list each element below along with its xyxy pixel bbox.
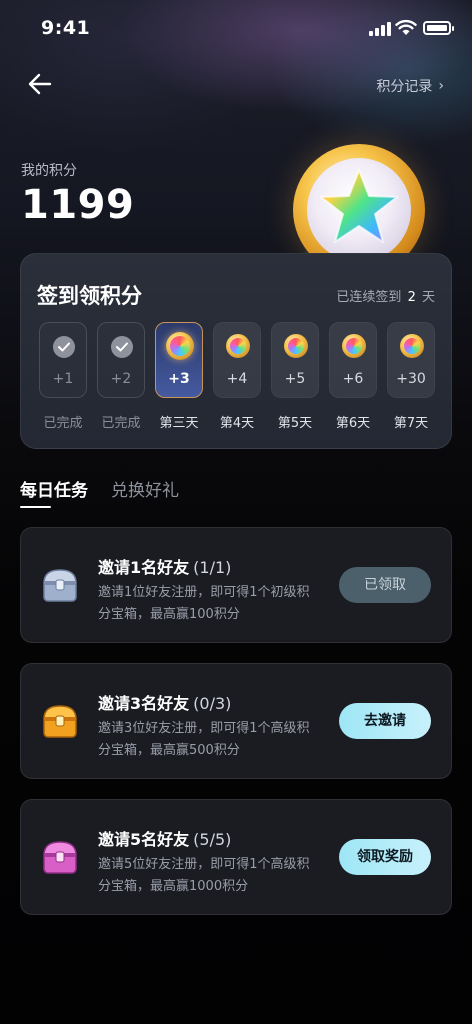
checkin-streak: 已连续签到 2 天	[336, 286, 435, 305]
rainbow-coin-icon	[342, 334, 366, 358]
points-history-label: 积分记录	[376, 79, 433, 95]
task-progress: (1/1)	[193, 558, 232, 577]
streak-suffix: 天	[421, 290, 435, 305]
checkin-day-amount: +6	[342, 371, 364, 387]
signal-icon	[369, 22, 391, 36]
wifi-icon	[395, 19, 417, 35]
checkin-day-6[interactable]: +6	[329, 322, 377, 398]
task-title-text: 邀请1名好友	[98, 558, 190, 577]
task-title-text: 邀请3名好友	[98, 694, 190, 713]
checkin-title: 签到领积分	[37, 284, 142, 308]
status-time: 9:41	[41, 17, 91, 39]
task-description: 邀请5位好友注册，即可得1个高级积分宝箱，最高赢1000积分	[98, 857, 310, 894]
checkin-day-label: 第5天	[277, 416, 313, 431]
chevron-right-icon: ›	[438, 78, 444, 94]
points-page: 9:41 积分记录 › 我的积分 1199 签到领积分 已连续签到 2 天 +1…	[0, 0, 472, 1024]
task-title: 邀请1名好友 (1/1)	[98, 554, 231, 578]
tab-redeem-gifts[interactable]: 兑换好礼	[111, 476, 179, 501]
checkin-day-3[interactable]: +3	[155, 322, 203, 398]
task-progress: (0/3)	[193, 694, 232, 713]
task-card-invite-3: 邀请3名好友 (0/3) 邀请3位好友注册，即可得1个高级积分宝箱，最高赢500积…	[20, 663, 452, 779]
gold-chest-icon	[43, 705, 77, 738]
checkin-day-5[interactable]: +5	[271, 322, 319, 398]
task-description: 邀请1位好友注册，即可得1个初级积分宝箱，最高赢100积分	[98, 585, 310, 622]
checkin-day-amount: +5	[284, 371, 306, 387]
checkin-card: 签到领积分 已连续签到 2 天 +1 已完成 +2 已完成 +3 第三天 +4 …	[20, 253, 452, 449]
battery-icon	[423, 21, 454, 35]
task-title-text: 邀请5名好友	[98, 830, 190, 849]
my-points-label: 我的积分	[21, 163, 77, 179]
points-history-link[interactable]: 积分记录 ›	[376, 76, 444, 96]
streak-days: 2	[407, 290, 416, 305]
checkin-day-label: 已完成	[101, 416, 141, 431]
checkin-day-amount: +1	[52, 371, 74, 387]
checkin-day-2[interactable]: +2	[97, 322, 145, 398]
claimed-button[interactable]: 已领取	[339, 567, 431, 603]
rainbow-coin-icon	[226, 334, 250, 358]
active-tab-indicator	[20, 506, 51, 508]
checkin-day-label: 第三天	[159, 416, 199, 431]
checkin-day-amount: +30	[396, 371, 426, 387]
task-card-invite-5: 邀请5名好友 (5/5) 邀请5位好友注册，即可得1个高级积分宝箱，最高赢1000…	[20, 799, 452, 915]
checkin-day-amount: +3	[168, 371, 190, 387]
task-description: 邀请3位好友注册，即可得1个高级积分宝箱，最高赢500积分	[98, 721, 310, 758]
checkin-day-label: 第4天	[219, 416, 255, 431]
checkin-day-label: 第7天	[393, 416, 429, 431]
checkin-day-label: 第6天	[335, 416, 371, 431]
checkin-day-amount: +2	[110, 371, 132, 387]
checkin-day-7[interactable]: +30	[387, 322, 435, 398]
tab-daily-tasks[interactable]: 每日任务	[20, 476, 88, 501]
rainbow-coin-icon	[284, 334, 308, 358]
checkmark-icon	[111, 336, 133, 358]
streak-prefix: 已连续签到	[336, 290, 402, 305]
silver-chest-icon	[43, 569, 77, 602]
pink-chest-icon	[43, 841, 77, 874]
status-bar: 9:41	[0, 0, 472, 56]
invite-button[interactable]: 去邀请	[339, 703, 431, 739]
rainbow-coin-icon	[400, 334, 424, 358]
task-progress: (5/5)	[193, 830, 232, 849]
checkin-day-4[interactable]: +4	[213, 322, 261, 398]
back-arrow-icon[interactable]	[26, 70, 54, 98]
claim-reward-button[interactable]: 领取奖励	[339, 839, 431, 875]
my-points-value: 1199	[21, 182, 135, 228]
checkin-day-label: 已完成	[43, 416, 83, 431]
task-card-invite-1: 邀请1名好友 (1/1) 邀请1位好友注册，即可得1个初级积分宝箱，最高赢100积…	[20, 527, 452, 643]
rainbow-coin-icon	[166, 332, 194, 360]
checkin-day-1[interactable]: +1	[39, 322, 87, 398]
checkin-day-amount: +4	[226, 371, 248, 387]
checkmark-icon	[53, 336, 75, 358]
task-title: 邀请3名好友 (0/3)	[98, 690, 231, 714]
task-title: 邀请5名好友 (5/5)	[98, 826, 231, 850]
